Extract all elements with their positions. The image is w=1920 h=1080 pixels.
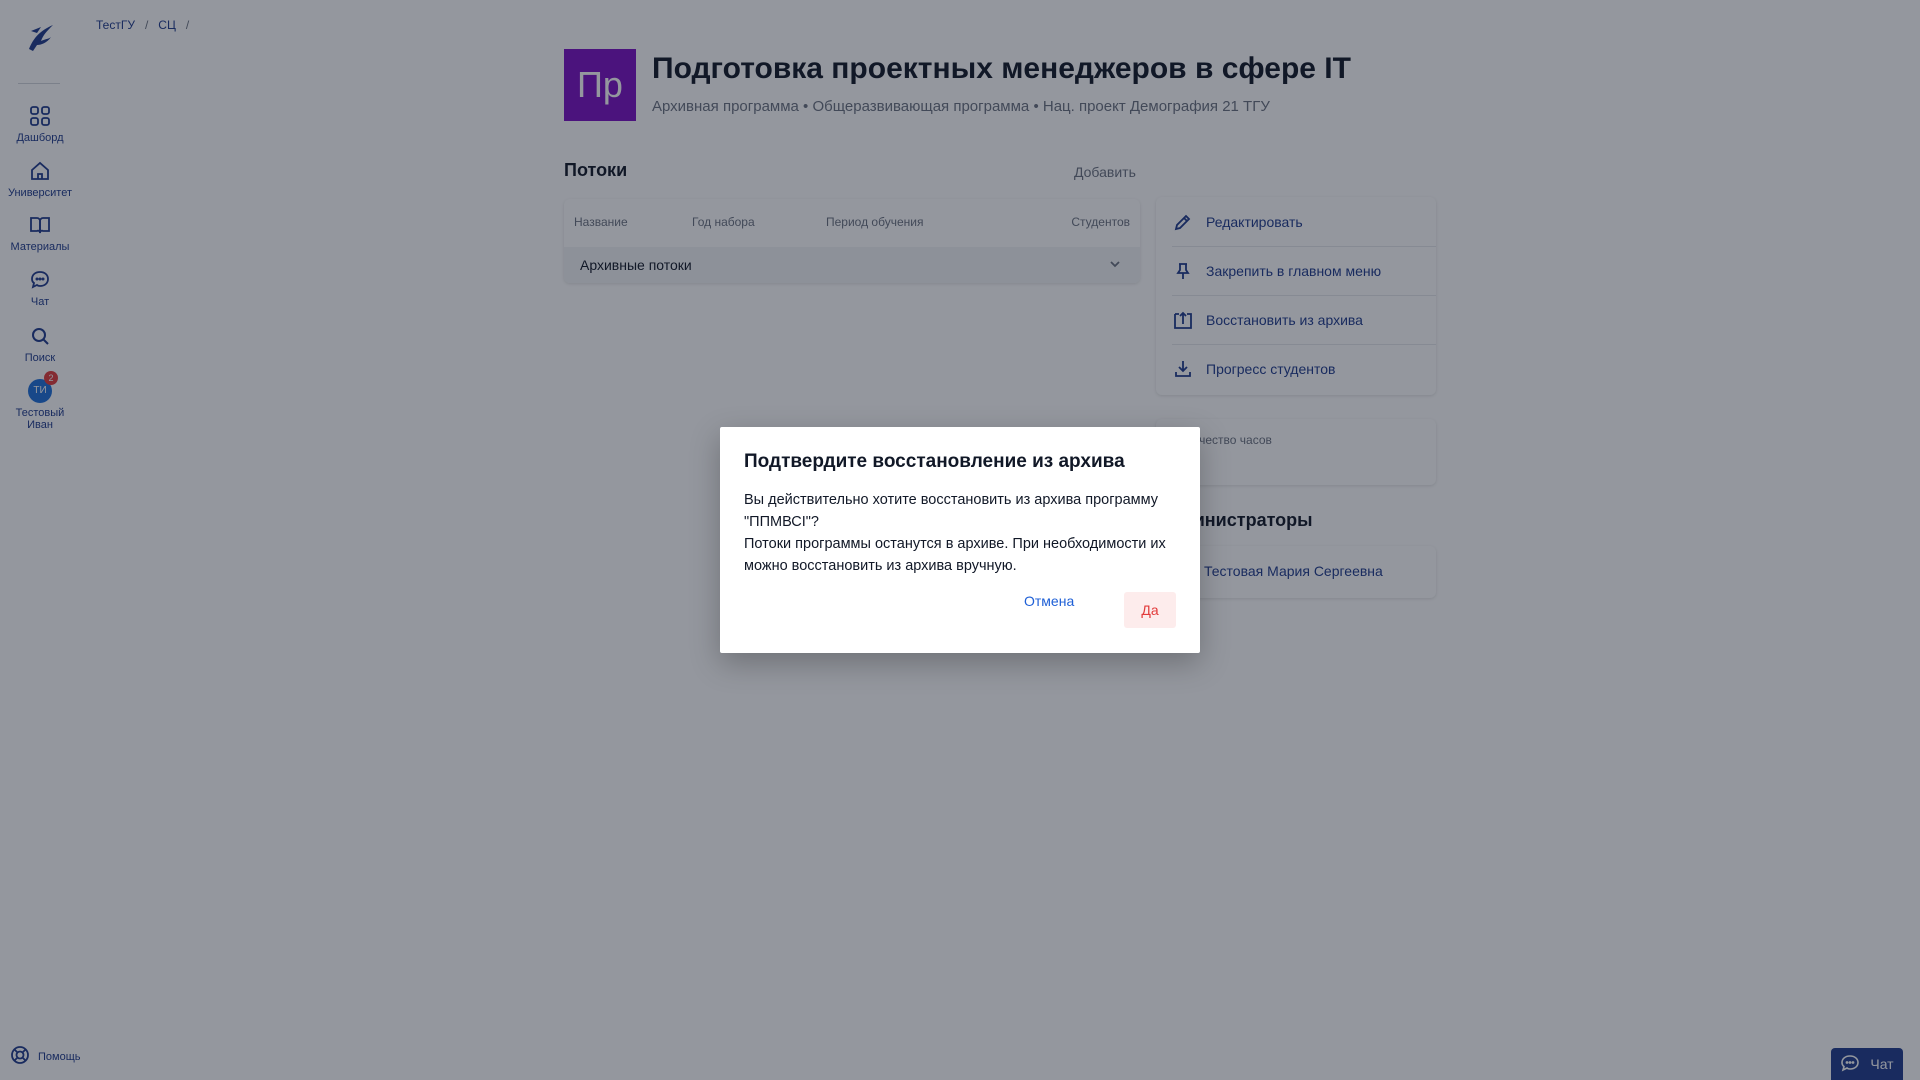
dialog-body: Вы действительно хотите восстановить из … xyxy=(744,489,1184,577)
confirm-button[interactable]: Да xyxy=(1124,592,1176,628)
cancel-button[interactable]: Отмена xyxy=(1024,593,1074,609)
dialog-title: Подтвердите восстановление из архива xyxy=(744,451,1125,472)
dialog-text-line1: Вы действительно хотите восстановить из … xyxy=(744,492,1158,530)
dialog-text-line2: Потоки программы останутся в архиве. При… xyxy=(744,536,1166,574)
